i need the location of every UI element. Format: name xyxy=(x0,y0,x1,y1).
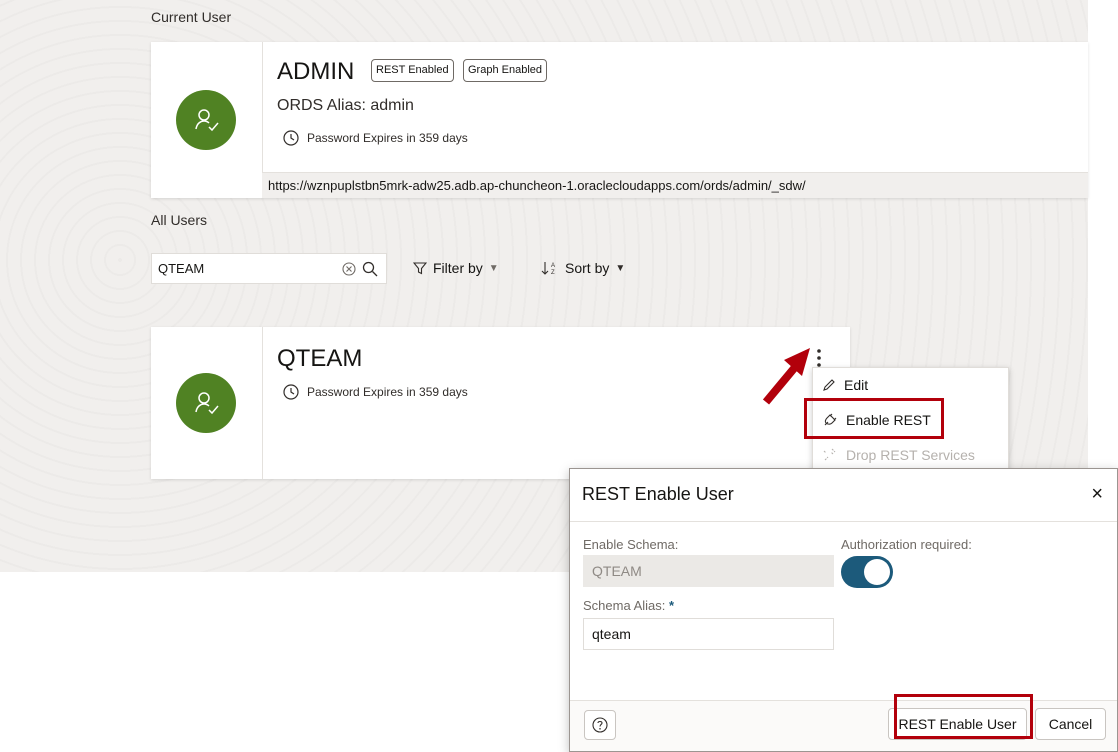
dialog-title: REST Enable User xyxy=(582,484,734,504)
schema-alias-input[interactable]: qteam xyxy=(583,618,834,650)
help-icon xyxy=(592,717,608,733)
password-expiry-text: Password Expires in 359 days xyxy=(307,131,468,145)
current-user-heading: Current User xyxy=(151,9,232,25)
enable-schema-label: Enable Schema: xyxy=(583,537,679,552)
user-avatar xyxy=(176,373,236,433)
qteam-password-expiry: Password Expires in 359 days xyxy=(283,384,468,400)
annotation-arrow-icon xyxy=(762,348,810,405)
svg-text:A: A xyxy=(551,263,555,269)
current-user-password-expiry: Password Expires in 359 days xyxy=(283,130,468,146)
unplug-icon xyxy=(823,448,836,461)
help-button[interactable] xyxy=(584,710,616,740)
filter-icon xyxy=(413,262,427,275)
sort-by-label: Sort by xyxy=(565,260,610,276)
pencil-icon xyxy=(823,379,835,391)
clock-icon xyxy=(283,130,299,146)
all-users-heading: All Users xyxy=(151,212,208,228)
chevron-down-icon: ▼ xyxy=(615,262,626,274)
toggle-knob xyxy=(864,559,890,585)
authorization-toggle[interactable] xyxy=(841,556,893,588)
authorization-label: Authorization required: xyxy=(841,537,972,552)
search-value: QTEAM xyxy=(158,261,205,276)
rest-enable-user-highlight xyxy=(894,694,1033,739)
enable-rest-highlight xyxy=(804,398,944,439)
ords-alias: ORDS Alias: admin xyxy=(277,97,414,114)
sort-by-button[interactable]: A Z Sort by ▼ xyxy=(541,260,625,276)
user-avatar xyxy=(176,90,236,150)
close-icon[interactable]: × xyxy=(1091,483,1103,506)
user-check-icon xyxy=(195,392,219,415)
enable-schema-field: QTEAM xyxy=(583,555,834,587)
menu-item-label: Drop REST Services xyxy=(846,447,975,463)
svg-text:Z: Z xyxy=(551,270,555,276)
sort-icon: A Z xyxy=(541,262,555,276)
dialog-header: REST Enable User × xyxy=(570,469,1117,522)
qteam-user-name: QTEAM xyxy=(277,345,363,372)
rest-enable-user-dialog: REST Enable User × Enable Schema: QTEAM … xyxy=(569,468,1118,752)
schema-alias-label: Schema Alias: xyxy=(583,598,666,613)
filter-by-label: Filter by xyxy=(433,260,483,276)
user-check-icon xyxy=(195,109,219,132)
filter-by-button[interactable]: Filter by ▼ xyxy=(413,260,499,276)
search-icon[interactable] xyxy=(362,261,378,277)
rest-enabled-badge: REST Enabled xyxy=(371,59,454,82)
schema-alias-label-group: Schema Alias: * xyxy=(583,598,674,613)
chevron-down-icon: ▼ xyxy=(488,262,499,274)
clear-icon[interactable] xyxy=(342,261,356,276)
avatar-column xyxy=(151,42,263,198)
menu-item-drop-rest-services[interactable]: Drop REST Services xyxy=(822,447,975,463)
menu-item-edit[interactable]: Edit xyxy=(822,377,868,393)
user-card-qteam xyxy=(151,327,850,479)
user-search-input[interactable]: QTEAM xyxy=(151,253,387,284)
avatar-column xyxy=(151,327,263,479)
cancel-button[interactable]: Cancel xyxy=(1035,708,1106,740)
dialog-footer: REST Enable User Cancel xyxy=(570,700,1117,751)
ords-url[interactable]: https://wznpuplstbn5mrk-adw25.adb.ap-chu… xyxy=(262,172,1088,198)
password-expiry-text: Password Expires in 359 days xyxy=(307,385,468,399)
clock-icon xyxy=(283,384,299,400)
menu-item-label: Edit xyxy=(844,377,869,393)
graph-enabled-badge: Graph Enabled xyxy=(463,59,547,82)
current-user-name: ADMIN xyxy=(277,58,355,85)
required-marker: * xyxy=(669,598,675,613)
